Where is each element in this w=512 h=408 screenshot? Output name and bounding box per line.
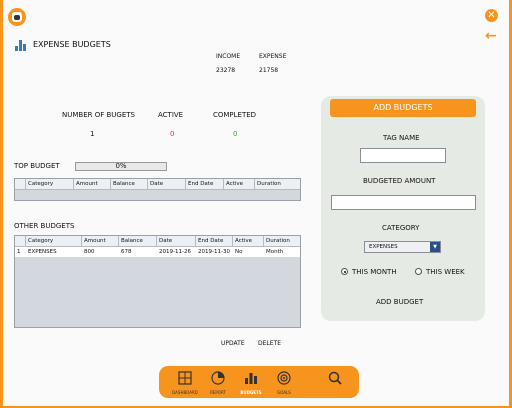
category-selected-value: EXPENSES [369, 244, 398, 250]
back-arrow-icon: ← [485, 28, 497, 44]
cell-duration: Month [266, 249, 284, 255]
top-budget-table: Category Amount Balance Date End Date Ac… [14, 178, 301, 201]
category-select[interactable]: EXPENSES ▼ [364, 241, 441, 253]
cell-amount: 800 [84, 249, 95, 255]
goals-icon [277, 371, 291, 385]
nav-item-search[interactable] [317, 366, 353, 398]
bottom-navigation: DASHBOARD REPORT BUDGETS GOALS [159, 366, 359, 398]
page-title: EXPENSE BUDGETS [33, 40, 111, 49]
table-header: Category Amount Balance Date End Date Ac… [15, 179, 300, 190]
number-of-budgets-label: NUMBER OF BUGETS [62, 111, 135, 119]
column-header[interactable]: Duration [255, 179, 300, 189]
column-header[interactable]: Balance [111, 179, 148, 189]
column-header[interactable]: Date [148, 179, 186, 189]
column-header[interactable]: End Date [196, 236, 233, 246]
column-header[interactable]: Category [26, 236, 82, 246]
update-button[interactable]: UPDATE [221, 340, 245, 347]
completed-value: 0 [233, 130, 238, 138]
column-header[interactable]: Active [233, 236, 264, 246]
close-icon: ✕ [487, 10, 496, 21]
expense-label: EXPENSE [259, 53, 287, 60]
column-header[interactable]: Amount [74, 179, 111, 189]
window-border-left [0, 0, 3, 408]
cell-category: EXPENSES [28, 249, 57, 255]
row-number: 1 [17, 249, 21, 255]
column-header[interactable]: End Date [186, 179, 224, 189]
top-budget-label: TOP BUDGET [14, 162, 60, 170]
report-icon [211, 371, 225, 385]
budgeted-amount-input[interactable] [331, 195, 476, 210]
other-budgets-table: Category Amount Balance Date End Date Ac… [14, 235, 301, 328]
other-budgets-label: OTHER BUDGETS [14, 222, 75, 230]
column-header[interactable]: Amount [82, 236, 119, 246]
column-header[interactable]: Balance [119, 236, 157, 246]
nav-label: GOALS [277, 390, 291, 395]
top-budget-progress: 0% [75, 162, 167, 171]
tag-name-input[interactable] [360, 148, 446, 163]
budgets-icon [245, 373, 257, 384]
active-value: 0 [170, 130, 175, 138]
budgeted-amount-label: BUDGETED AMOUNT [363, 177, 436, 185]
active-label: ACTIVE [158, 111, 184, 119]
column-header[interactable]: Duration [264, 236, 300, 246]
nav-label: BUDGETS [240, 390, 262, 395]
nav-item-dashboard[interactable]: DASHBOARD [167, 366, 203, 398]
bar-chart-icon [15, 40, 26, 51]
delete-button[interactable]: DELETE [258, 340, 281, 347]
column-header[interactable]: Active [224, 179, 255, 189]
add-budgets-button[interactable]: ADD BUDGETS [330, 99, 476, 117]
app-window: ✕ ← EXPENSE BUDGETS INCOME EXPENSE 23278… [0, 0, 512, 408]
add-budget-button[interactable]: ADD BUDGET [376, 298, 423, 306]
nav-item-goals[interactable]: GOALS [266, 366, 302, 398]
this-month-radio[interactable] [341, 268, 348, 275]
nav-label: REPORT [210, 390, 226, 395]
nav-item-report[interactable]: REPORT [200, 366, 236, 398]
expense-value: 21758 [259, 67, 279, 74]
cell-balance: 678 [121, 249, 132, 255]
cell-date: 2019-11-26 [159, 249, 191, 255]
income-label: INCOME [216, 53, 241, 60]
back-button[interactable]: ← [485, 28, 499, 44]
number-of-budgets-value: 1 [90, 130, 95, 138]
this-month-label: THIS MONTH [352, 268, 397, 276]
dashboard-icon [178, 371, 192, 385]
completed-label: COMPLETED [213, 111, 257, 119]
table-header: Category Amount Balance Date End Date Ac… [15, 236, 300, 247]
progress-text: 0% [115, 162, 127, 170]
chevron-down-icon: ▼ [430, 242, 440, 252]
this-week-radio[interactable] [415, 268, 422, 275]
income-value: 23278 [216, 67, 236, 74]
cell-active: No [235, 249, 243, 255]
tag-name-label: TAG NAME [383, 134, 420, 142]
category-label: CATEGORY [382, 224, 420, 232]
cell-end-date: 2019-11-30 [198, 249, 230, 255]
column-header[interactable]: Category [26, 179, 74, 189]
table-row[interactable]: 1 EXPENSES 800 678 2019-11-26 2019-11-30… [15, 247, 300, 257]
search-icon [328, 371, 342, 385]
close-button[interactable]: ✕ [485, 9, 498, 22]
app-logo [8, 8, 26, 26]
this-week-label: THIS WEEK [426, 268, 465, 276]
nav-label: DASHBOARD [172, 390, 198, 395]
column-header[interactable]: Date [157, 236, 196, 246]
nav-item-budgets[interactable]: BUDGETS [233, 366, 269, 398]
